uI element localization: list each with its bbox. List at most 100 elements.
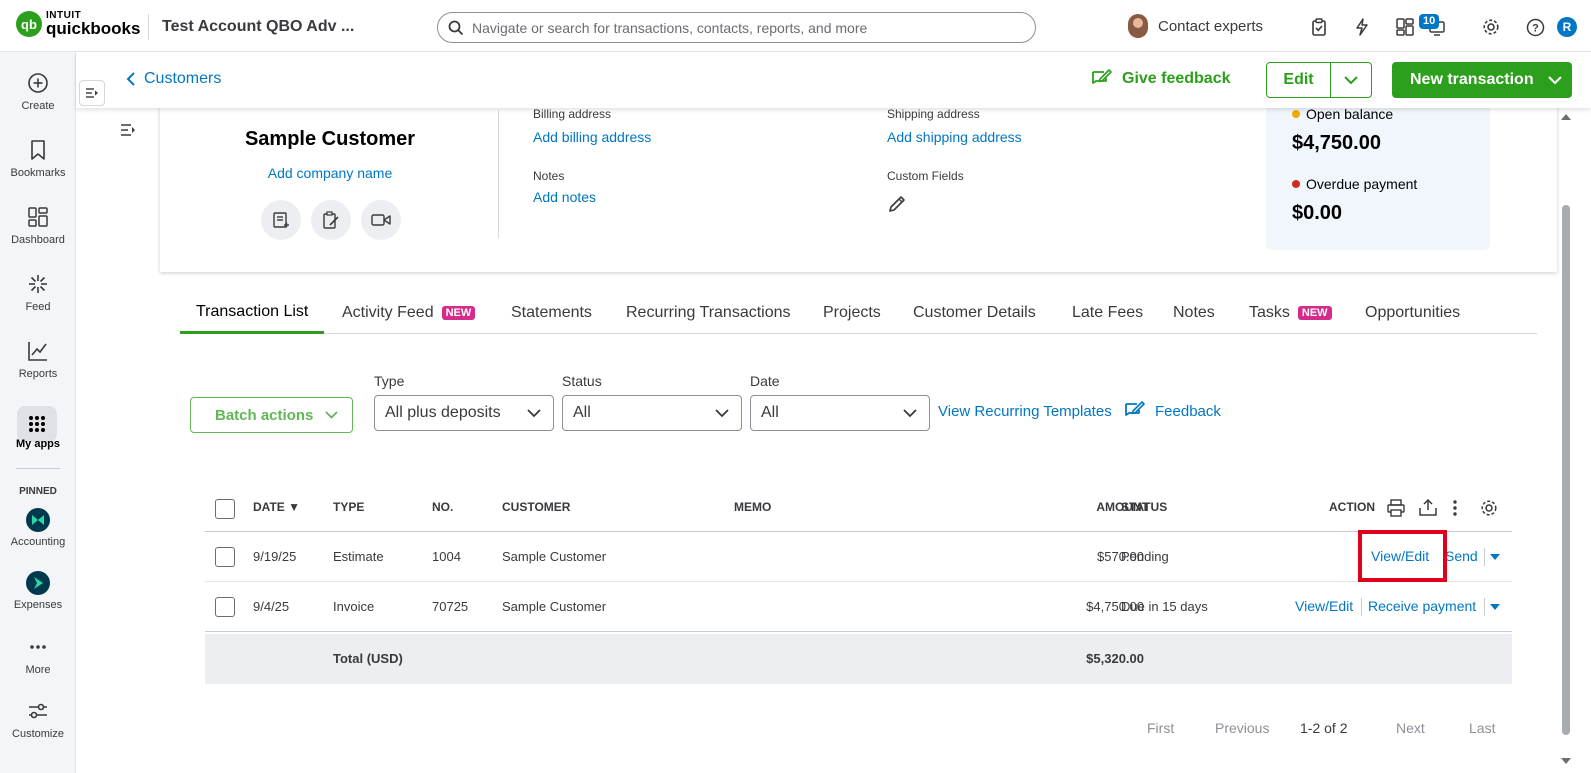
company-name[interactable]: Test Account QBO Adv ... [148, 14, 354, 40]
global-search[interactable] [437, 12, 1036, 43]
chevron-down-icon [325, 411, 338, 419]
edit-button[interactable]: Edit [1267, 63, 1331, 97]
print-icon[interactable] [1387, 499, 1405, 520]
nav-create[interactable]: Create [0, 70, 76, 112]
batch-actions-button[interactable]: Batch actions [190, 397, 353, 433]
col-customer-header[interactable]: CUSTOMER [502, 500, 570, 514]
toggle-sidebar-button[interactable] [79, 80, 105, 106]
open-balance-dot [1292, 110, 1300, 118]
add-shipping-address-link[interactable]: Add shipping address [887, 129, 1022, 145]
qb-logo-icon: qb [16, 11, 42, 37]
action-separator [1484, 598, 1485, 616]
add-billing-address-link[interactable]: Add billing address [533, 129, 651, 145]
view-edit-link[interactable]: View/Edit [1295, 598, 1353, 614]
export-icon[interactable] [1419, 498, 1437, 519]
edit-dropdown-button[interactable] [1331, 63, 1371, 97]
row-type: Estimate [333, 549, 384, 564]
col-type-header[interactable]: TYPE [333, 500, 364, 514]
feedback-icon [1092, 69, 1112, 84]
new-badge: NEW [1297, 306, 1332, 320]
gear-icon[interactable] [1480, 16, 1502, 38]
tab-transaction-list[interactable]: Transaction List [180, 292, 325, 334]
video-button[interactable] [361, 200, 401, 240]
tab-tasks[interactable]: Tasks NEW [1249, 292, 1332, 334]
search-input[interactable] [472, 19, 1012, 36]
tab-recurring-transactions[interactable]: Recurring Transactions [626, 292, 791, 334]
task-button[interactable] [311, 200, 351, 240]
nav-my-apps-button[interactable] [17, 406, 57, 442]
tab-activity-feed[interactable]: Activity Feed NEW [342, 292, 476, 334]
receive-payment-link[interactable]: Receive payment [1368, 598, 1476, 614]
edit-button-group[interactable]: Edit [1266, 62, 1372, 98]
apps-switch-icon[interactable] [1394, 16, 1416, 38]
nav-dashboard[interactable]: Dashboard [0, 204, 76, 246]
nav-bookmarks[interactable]: Bookmarks [0, 137, 76, 179]
table-row[interactable]: 9/19/25 Estimate 1004 Sample Customer $5… [205, 532, 1512, 582]
user-avatar[interactable]: R [1557, 17, 1577, 37]
scroll-up-arrow-icon[interactable] [1561, 114, 1571, 120]
feedback-link[interactable]: Feedback [1123, 401, 1221, 421]
col-action-header: ACTION [1329, 500, 1375, 514]
tab-customer-details[interactable]: Customer Details [913, 292, 1036, 334]
highlight-box [1358, 530, 1447, 582]
action-separator [1361, 598, 1362, 616]
row-action-dropdown-icon[interactable] [1490, 554, 1500, 560]
pager-previous[interactable]: Previous [1215, 720, 1269, 736]
grid-dots-icon [29, 416, 45, 432]
pager-first[interactable]: First [1147, 720, 1174, 736]
nav-customize[interactable]: Customize [0, 698, 76, 740]
select-all-checkbox[interactable] [215, 499, 235, 519]
pinned-label: PINNED [19, 486, 57, 497]
tab-opportunities[interactable]: Opportunities [1365, 292, 1460, 334]
nav-accounting[interactable]: Accounting [0, 508, 76, 548]
nav-my-apps-label[interactable]: My apps [0, 438, 76, 450]
clipboard-check-icon[interactable] [1308, 16, 1330, 38]
tab-statements[interactable]: Statements [511, 292, 592, 334]
nav-feed[interactable]: Feed [0, 271, 76, 313]
row-checkbox[interactable] [215, 547, 235, 567]
tab-notes[interactable]: Notes [1173, 292, 1215, 334]
type-filter-select[interactable]: All plus deposits [374, 395, 554, 431]
view-recurring-templates-link[interactable]: View Recurring Templates [938, 403, 1112, 420]
status-filter-select[interactable]: All [562, 395, 742, 431]
pager-last[interactable]: Last [1469, 720, 1495, 736]
card-divider [498, 110, 499, 238]
more-options-icon[interactable] [1452, 499, 1458, 520]
svg-text:?: ? [1532, 22, 1539, 34]
col-date-header[interactable]: DATE ▼ [253, 500, 300, 514]
scroll-down-arrow-icon[interactable] [1561, 758, 1571, 764]
pencil-icon[interactable] [887, 194, 907, 217]
pager-next[interactable]: Next [1396, 720, 1425, 736]
table-row[interactable]: 9/4/25 Invoice 70725 Sample Customer $4,… [205, 582, 1512, 632]
row-action-dropdown-icon[interactable] [1490, 604, 1500, 610]
add-company-name-link[interactable]: Add company name [160, 165, 500, 181]
help-icon[interactable]: ? [1524, 16, 1546, 38]
more-dots-icon [0, 634, 76, 660]
quickbooks-logo[interactable]: qb INTUIT quickbooks [16, 11, 140, 37]
tab-late-fees[interactable]: Late Fees [1072, 292, 1143, 334]
nav-reports[interactable]: Reports [0, 338, 76, 380]
nav-expenses[interactable]: Expenses [0, 571, 76, 611]
overdue-payment-label: Overdue payment [1306, 176, 1418, 192]
new-note-button[interactable] [261, 200, 301, 240]
collapse-panel-icon[interactable] [120, 123, 136, 139]
logo-product: quickbooks [46, 19, 141, 38]
date-filter-select[interactable]: All [750, 395, 930, 431]
col-no-header[interactable]: NO. [432, 500, 453, 514]
sliders-icon [0, 698, 76, 724]
send-link[interactable]: Send [1445, 548, 1478, 564]
row-customer: Sample Customer [502, 599, 607, 614]
nav-more[interactable]: More [0, 634, 76, 676]
back-to-customers-link[interactable]: Customers [126, 70, 221, 88]
scrollbar-thumb[interactable] [1562, 205, 1570, 735]
table-settings-gear-icon[interactable] [1480, 499, 1498, 520]
add-notes-link[interactable]: Add notes [533, 189, 596, 205]
col-status-header[interactable]: STATUS [1121, 500, 1167, 514]
lightning-icon[interactable] [1351, 16, 1373, 38]
contact-experts-button[interactable]: Contact experts [1128, 14, 1263, 38]
tab-projects[interactable]: Projects [823, 292, 881, 334]
new-transaction-button[interactable]: New transaction [1392, 62, 1572, 98]
give-feedback-button[interactable]: Give feedback [1090, 69, 1231, 89]
row-checkbox[interactable] [215, 597, 235, 617]
col-memo-header[interactable]: MEMO [734, 500, 771, 514]
